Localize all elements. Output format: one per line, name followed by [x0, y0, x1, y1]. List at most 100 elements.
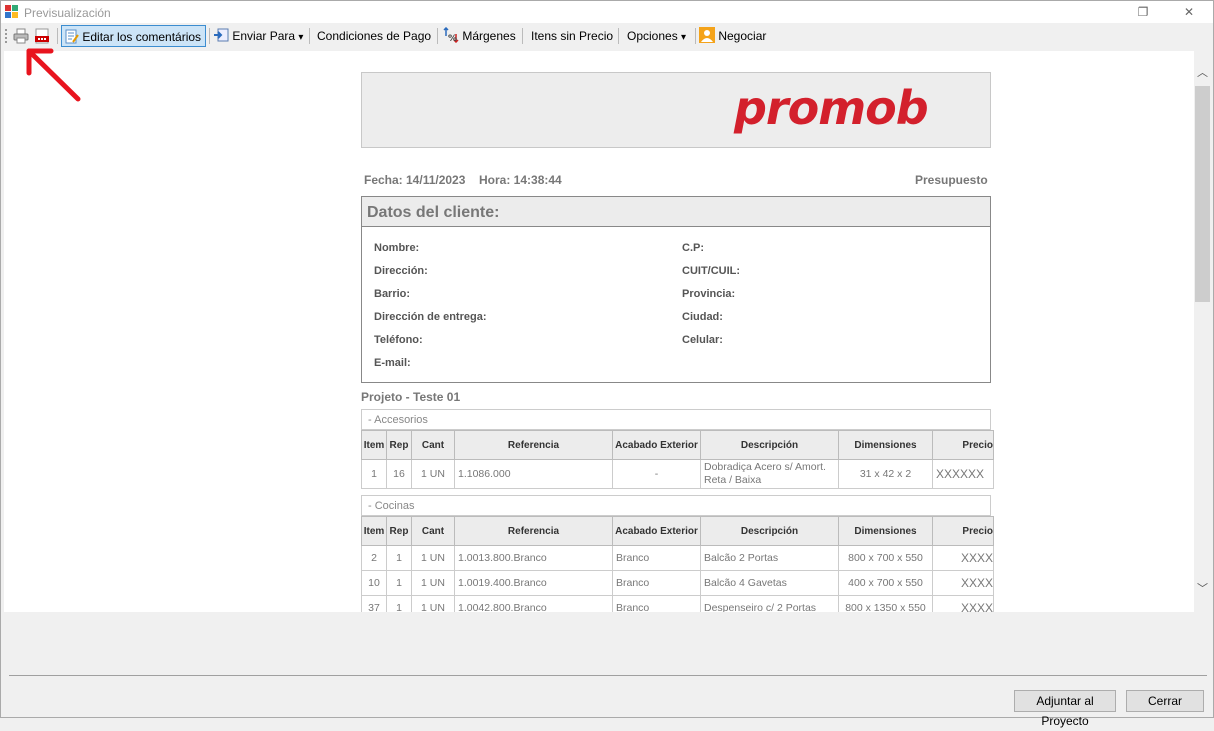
table-header-row: Item Rep Cant Referencia Acabado Exterio…: [361, 430, 994, 460]
attach-to-project-button[interactable]: Adjuntar al Proyecto: [1014, 690, 1116, 728]
restore-button[interactable]: ❐: [1120, 3, 1166, 21]
col-precio: Precio: [932, 430, 994, 460]
field-cp: C.P:: [682, 242, 704, 254]
footer-divider: [9, 675, 1207, 676]
cell-descripcion: Balcão 4 Gavetas: [700, 570, 839, 596]
toolbar-separator: [309, 28, 310, 44]
col-descripcion: Descripción: [700, 430, 839, 460]
scroll-up-icon[interactable]: ︿: [1194, 65, 1211, 82]
project-title: Projeto - Teste 01: [361, 390, 461, 404]
cocinas-table: Item Rep Cant Referencia Acabado Exterio…: [361, 516, 994, 612]
preview-window: Previsualización ❐ ✕ Editar los comentár…: [0, 0, 1214, 728]
user-icon: [699, 27, 715, 43]
cell-referencia: 1.0042.800.Branco: [454, 595, 613, 612]
cell-item: 1: [361, 459, 387, 489]
toolbar: Editar los comentários Enviar Para ▾ Con…: [1, 24, 1213, 48]
client-header: Datos del cliente:: [362, 197, 990, 227]
col-referencia: Referencia: [454, 516, 613, 546]
chevron-down-icon: ▾: [681, 32, 687, 43]
negotiate-label: Negociar: [718, 29, 767, 43]
col-precio: Precio: [932, 516, 994, 546]
cell-acabado: -: [612, 459, 701, 489]
percent-arrows-icon: %: [443, 26, 459, 44]
col-item: Item: [361, 516, 387, 546]
preview-canvas[interactable]: promob Fecha: 14/11/2023 Hora: 14:38:44 …: [4, 51, 1194, 612]
toolbar-separator: [695, 28, 696, 44]
table-header-row: Item Rep Cant Referencia Acabado Exterio…: [361, 516, 994, 546]
toolbar-separator: [57, 28, 58, 44]
cell-cant: 1 UN: [411, 459, 455, 489]
cell-acabado: Branco: [612, 545, 701, 571]
cell-dimensiones: 400 x 700 x 550: [838, 570, 933, 596]
time-text: Hora: 14:38:44: [479, 173, 562, 187]
field-direccion: Dirección:: [374, 265, 428, 277]
close-button[interactable]: Cerrar: [1126, 690, 1204, 712]
options-label: Opciones: [627, 29, 678, 43]
toolbar-grip[interactable]: [5, 29, 7, 43]
cell-dimensiones: 800 x 700 x 550: [838, 545, 933, 571]
edit-document-icon: [65, 29, 79, 44]
field-direccion-entrega: Dirección de entrega:: [374, 311, 487, 323]
field-ciudad: Ciudad:: [682, 311, 723, 323]
field-email: E-mail:: [374, 357, 411, 369]
date-text: Fecha: 14/11/2023: [364, 173, 466, 187]
col-cant: Cant: [411, 430, 455, 460]
printer-icon: [13, 28, 29, 44]
field-celular: Celular:: [682, 334, 723, 346]
chevron-down-icon: ▾: [298, 32, 304, 43]
title-bar: Previsualización ❐ ✕: [1, 1, 1213, 23]
cell-referencia: 1.1086.000: [454, 459, 613, 489]
toolbar-separator: [437, 28, 438, 44]
cell-referencia: 1.0013.800.Branco: [454, 545, 613, 571]
items-without-price-button[interactable]: Itens sin Precio: [531, 25, 613, 47]
cell-acabado: Branco: [612, 570, 701, 596]
options-dropdown[interactable]: Opciones ▾: [627, 25, 691, 47]
table-row: 1 16 1 UN 1.1086.000 - Dobradiça Acero s…: [361, 459, 994, 489]
client-data-box: Datos del cliente: Nombre: Dirección: Ba…: [361, 196, 991, 383]
edit-comments-label: Editar los comentários: [82, 30, 202, 44]
col-acabado: Acabado Exterior: [612, 516, 701, 546]
margins-button[interactable]: % Márgenes: [443, 25, 517, 47]
cell-precio: XXXX: [932, 570, 994, 596]
cell-item: 2: [361, 545, 387, 571]
send-to-dropdown[interactable]: Enviar Para ▾: [213, 25, 305, 47]
toolbar-separator: [618, 28, 619, 44]
field-nombre: Nombre:: [374, 242, 420, 254]
negotiate-button[interactable]: Negociar: [699, 25, 771, 47]
accesorios-table: Item Rep Cant Referencia Acabado Exterio…: [361, 430, 994, 489]
cell-rep: 16: [386, 459, 412, 489]
cell-rep: 1: [386, 545, 412, 571]
window-grid-icon: [5, 5, 18, 18]
toolbar-separator: [209, 28, 210, 44]
col-rep: Rep: [386, 516, 412, 546]
svg-text:%: %: [448, 34, 457, 43]
field-barrio: Barrio:: [374, 288, 411, 300]
field-telefono: Teléfono:: [374, 334, 423, 346]
cell-referencia: 1.0019.400.Branco: [454, 570, 613, 596]
annotation-arrow-icon: [26, 48, 81, 102]
cell-descripcion: Dobradiça Acero s/ Amort. Reta / Baixa: [700, 459, 839, 489]
col-cant: Cant: [411, 516, 455, 546]
cell-dimensiones: 800 x 1350 x 550: [838, 595, 933, 612]
field-cuit: CUIT/CUIL:: [682, 265, 741, 277]
scroll-down-icon[interactable]: ﹀: [1194, 581, 1211, 598]
cell-precio: XXXXXX: [932, 459, 994, 489]
field-provincia: Provincia:: [682, 288, 736, 300]
section-accesorios-label: - Accesorios: [361, 409, 991, 430]
table-row: 37 1 1 UN 1.0042.800.Branco Branco Despe…: [361, 595, 994, 612]
vertical-scrollbar[interactable]: ︿ ﹀: [1194, 51, 1211, 612]
table-row: 10 1 1 UN 1.0019.400.Branco Branco Balcã…: [361, 570, 994, 596]
cell-acabado: Branco: [612, 595, 701, 612]
cell-item: 10: [361, 570, 387, 596]
payment-conditions-button[interactable]: Condiciones de Pago: [317, 25, 431, 47]
pdf-icon: [35, 28, 49, 44]
cell-dimensiones: 31 x 42 x 2: [838, 459, 933, 489]
window-title: Previsualización: [24, 6, 111, 20]
scroll-thumb[interactable]: [1195, 86, 1210, 302]
close-window-button[interactable]: ✕: [1166, 3, 1212, 21]
cell-descripcion: Despenseiro c/ 2 Portas: [700, 595, 839, 612]
cell-cant: 1 UN: [411, 545, 455, 571]
cell-descripcion: Balcão 2 Portas: [700, 545, 839, 571]
logo-header: promob: [361, 72, 991, 148]
table-row: 2 1 1 UN 1.0013.800.Branco Branco Balcão…: [361, 545, 994, 571]
